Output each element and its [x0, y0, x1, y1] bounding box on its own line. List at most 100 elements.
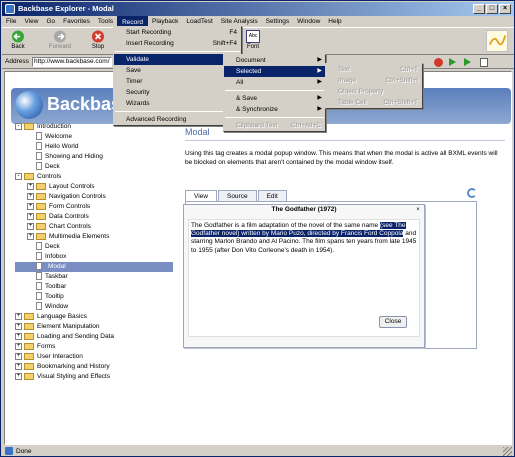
folder-icon [36, 212, 46, 220]
stop-button[interactable]: Stop [84, 30, 112, 54]
tree-item-tooltip[interactable]: Tooltip [15, 292, 173, 302]
tree-item-form-controls[interactable]: + Form Controls [15, 202, 173, 212]
expand-icon[interactable]: + [27, 212, 34, 220]
expand-icon[interactable]: + [27, 222, 34, 230]
step-play-icon[interactable] [464, 58, 471, 66]
menu-item-timer[interactable]: Timer▶ [114, 76, 241, 87]
tree-item-deck[interactable]: Deck [15, 162, 173, 172]
font-button[interactable]: Abc Font [239, 30, 267, 54]
tree-item-showing-and-hiding[interactable]: Showing and Hiding [15, 152, 173, 162]
menu-item-document[interactable]: Document ▶ [224, 55, 325, 66]
menu-item-advanced-recording[interactable]: Advanced Recording▶ [114, 114, 241, 125]
tree-item-welcome[interactable]: Welcome [15, 132, 173, 142]
menu-item-label: Selected [236, 68, 262, 75]
tree-item-visual-styling-and-effects[interactable]: + Visual Styling and Effects [15, 372, 173, 382]
resize-grip-icon[interactable] [503, 447, 512, 456]
document-icon [36, 162, 42, 171]
menu-item-label: Document [236, 57, 266, 64]
menu-item-start-recording[interactable]: Start Recording F4 [114, 27, 241, 38]
tree-item-taskbar[interactable]: Taskbar [15, 272, 173, 282]
menu-item-clipboard-text[interactable]: Clipboard Text Ctrl+Alt+C [224, 120, 325, 131]
record-icon[interactable] [434, 58, 443, 67]
tree-item-user-interaction[interactable]: + User Interaction [15, 352, 173, 362]
expand-icon[interactable]: + [15, 312, 22, 320]
collapse-icon[interactable]: - [15, 172, 22, 180]
forward-button[interactable]: Forward [44, 30, 76, 54]
document-icon [36, 262, 42, 271]
tree-item-language-basics[interactable]: + Language Basics [15, 312, 173, 322]
tree-item-hello-world[interactable]: Hello World [15, 142, 173, 152]
menu-item-table-cell[interactable]: Table Cell Ctrl+Shift+T [326, 97, 422, 108]
menu-item-save[interactable]: & Save ▶ [224, 93, 325, 104]
tree-item-label: Navigation Controls [49, 193, 106, 200]
minimize-button[interactable]: _ [473, 4, 485, 14]
menu-item-image[interactable]: Image Ctrl+Shift+I [326, 75, 422, 86]
tree-item-toolbar[interactable]: Toolbar [15, 282, 173, 292]
expand-icon[interactable]: + [27, 182, 34, 190]
tree-item-modal[interactable]: Modal [15, 262, 173, 272]
tree-item-label: Tooltip [45, 293, 64, 300]
toolbar: Back Forward Stop Abc Font [2, 27, 514, 55]
play-icon[interactable] [449, 58, 456, 66]
expand-icon[interactable]: + [27, 232, 34, 240]
document-icon [36, 302, 42, 311]
menu-help[interactable]: Help [324, 16, 345, 27]
menu-favorites[interactable]: Favorites [59, 16, 94, 27]
close-window-button[interactable]: × [499, 4, 511, 14]
tree-item-chart-controls[interactable]: + Chart Controls [15, 222, 173, 232]
back-arrow-icon [12, 30, 24, 43]
menu-go[interactable]: Go [42, 16, 59, 27]
tree-item-label: Loading and Sending Data [37, 333, 114, 340]
expand-icon[interactable]: + [15, 362, 22, 370]
menu-item-insert-recording[interactable]: Insert Recording Shift+F4 [114, 38, 241, 49]
expand-icon[interactable]: + [15, 352, 22, 360]
tree-item-forms[interactable]: + Forms [15, 342, 173, 352]
refresh-icon[interactable] [467, 188, 477, 198]
expand-icon[interactable]: + [15, 322, 22, 330]
expand-icon[interactable]: + [27, 202, 34, 210]
tree-item-bookmarking-and-history[interactable]: + Bookmarking and History [15, 362, 173, 372]
navigation-tree: - Introduction Welcome Hello World Showing a… [15, 122, 173, 382]
menu-view[interactable]: View [20, 16, 42, 27]
modal-close-icon[interactable]: × [415, 207, 421, 213]
expand-icon[interactable]: + [15, 342, 22, 350]
tree-item-element-manipulation[interactable]: + Element Manipulation [15, 322, 173, 332]
menu-settings[interactable]: Settings [262, 16, 294, 27]
menu-file[interactable]: File [2, 16, 20, 27]
menu-item-object-property[interactable]: Object Property [326, 86, 422, 97]
tree-item-deck[interactable]: Deck [15, 242, 173, 252]
menu-item-save[interactable]: Save▶ [114, 65, 241, 76]
menu-item-all[interactable]: All ▶ [224, 77, 325, 88]
window-title: Backbase Explorer - Modal [18, 4, 114, 13]
menu-item-synchronize[interactable]: & Synchronize ▶ [224, 104, 325, 115]
maximize-button[interactable]: □ [486, 4, 498, 14]
menu-item-label: Security [126, 89, 150, 96]
menu-item-validate[interactable]: Validate▶ [114, 54, 241, 65]
modal-window: The Godfather (1972) × The Godfather is … [183, 204, 425, 348]
folder-icon [36, 182, 46, 190]
modal-body: The Godfather is a film adaptation of th… [188, 219, 420, 337]
stop-playback-icon[interactable] [480, 58, 488, 67]
tree-item-layout-controls[interactable]: + Layout Controls [15, 182, 173, 192]
tree-item-window[interactable]: Window [15, 302, 173, 312]
menu-item-security[interactable]: Security▶ [114, 87, 241, 98]
menu-item-label: Save [126, 67, 141, 74]
tree-item-infobox[interactable]: Infobox [15, 252, 173, 262]
tree-item-loading-and-sending-data[interactable]: + Loading and Sending Data [15, 332, 173, 342]
tree-item-navigation-controls[interactable]: + Navigation Controls [15, 192, 173, 202]
expand-icon[interactable]: + [15, 372, 22, 380]
tree-item-multimedia-elements[interactable]: + Multimedia Elements [15, 232, 173, 242]
expand-icon[interactable]: + [15, 332, 22, 340]
tree-item-controls[interactable]: - Controls [15, 172, 173, 182]
menu-item-selected[interactable]: Selected ▶ [224, 66, 325, 77]
menu-item-wizards[interactable]: Wizards▶ [114, 98, 241, 109]
expand-icon[interactable]: + [27, 192, 34, 200]
menu-window[interactable]: Window [293, 16, 324, 27]
back-button[interactable]: Back [4, 30, 32, 54]
modal-close-button[interactable]: Close [379, 316, 407, 328]
collapse-icon[interactable]: - [15, 122, 22, 130]
address-input[interactable]: http://www.backbase.com/ [32, 57, 112, 67]
tree-item-data-controls[interactable]: + Data Controls [15, 212, 173, 222]
menu-item-text[interactable]: Text Ctrl+T [326, 64, 422, 75]
menu-item-label: Start Recording [126, 29, 172, 36]
